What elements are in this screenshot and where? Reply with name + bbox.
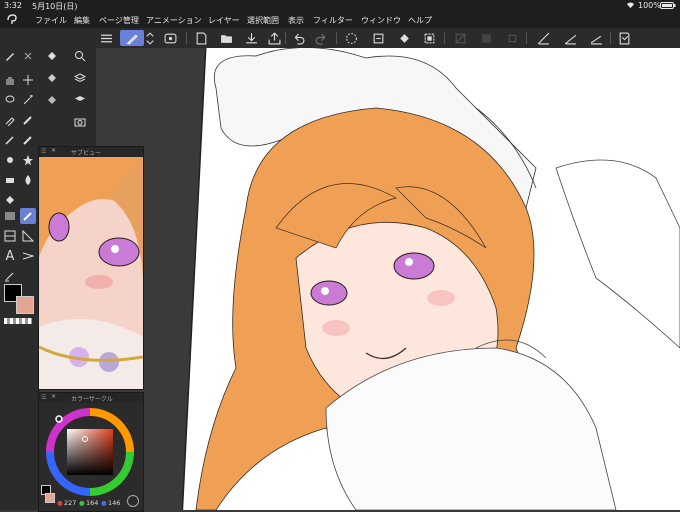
close-icon[interactable]: ✕ <box>51 147 56 154</box>
gradient-icon[interactable] <box>2 208 18 224</box>
red-dot-icon: ● <box>57 499 63 507</box>
illustration-canvas[interactable] <box>96 48 680 510</box>
snap-ruler-icon[interactable] <box>562 30 578 46</box>
hamburger-icon[interactable] <box>98 30 114 46</box>
clear-icon[interactable] <box>370 30 386 46</box>
reference-image <box>39 157 143 389</box>
decoration-icon[interactable] <box>20 152 36 168</box>
fill-bucket-icon[interactable] <box>2 192 18 208</box>
sub-view-title: サブビュー <box>71 150 102 157</box>
deselect-icon[interactable] <box>452 30 468 46</box>
canvas-area[interactable] <box>96 48 680 510</box>
wifi-icon <box>626 1 635 11</box>
battery-icon <box>660 2 676 11</box>
menu-file[interactable]: ファイル <box>35 15 67 26</box>
fill-subtool-icon[interactable] <box>44 48 60 64</box>
fill-close-gap-icon[interactable] <box>44 70 60 86</box>
color-mode-icon[interactable] <box>127 495 139 507</box>
color-circle-panel: ☰ ✕ カラーサークル ● 227 ● 164 ● 146 <box>38 392 144 512</box>
close-icon[interactable]: ✕ <box>51 393 56 400</box>
menu-bar: ファイル 編集 ページ管理 アニメーション レイヤー 選択範囲 表示 フィルター… <box>0 12 680 28</box>
camera-icon[interactable] <box>72 114 88 130</box>
sub-view-panel: ☰ ✕ サブビュー <box>38 146 144 390</box>
frame-icon[interactable] <box>2 228 18 244</box>
green-dot-icon: ● <box>79 499 85 507</box>
blend-icon[interactable] <box>20 172 36 188</box>
eraser-icon[interactable] <box>2 172 18 188</box>
pencil-icon[interactable] <box>2 132 18 148</box>
close-icon[interactable] <box>20 48 36 64</box>
settings-icon[interactable] <box>616 30 632 46</box>
invert-selection-icon[interactable] <box>478 30 494 46</box>
sub-tool-palette <box>38 48 96 148</box>
layer-stack-icon[interactable] <box>72 92 88 108</box>
status-bar: 3:32 5月10日(日) 100% <box>0 0 680 12</box>
menu-view[interactable]: 表示 <box>288 15 304 26</box>
color-wheel[interactable] <box>45 407 135 497</box>
share-icon[interactable] <box>266 30 282 46</box>
red-value[interactable]: 227 <box>64 499 76 507</box>
new-file-icon[interactable] <box>193 30 209 46</box>
open-folder-icon[interactable] <box>218 30 234 46</box>
status-date: 5月10日(日) <box>32 2 78 11</box>
pen-pressure-icon[interactable] <box>120 30 144 46</box>
divider <box>336 32 337 44</box>
hand-icon[interactable] <box>2 72 18 88</box>
command-bar <box>0 28 680 49</box>
menu-page[interactable]: ページ管理 <box>99 15 139 26</box>
text-icon[interactable]: A <box>2 248 18 264</box>
move-icon[interactable] <box>20 72 36 88</box>
transform-icon[interactable] <box>421 30 437 46</box>
divider <box>285 32 286 44</box>
magnify-icon[interactable] <box>72 48 88 64</box>
lasso-icon[interactable] <box>2 92 18 108</box>
blue-value[interactable]: 146 <box>108 499 120 507</box>
pen-icon[interactable] <box>20 112 36 128</box>
sub-color-chip[interactable] <box>45 493 55 503</box>
menu-help[interactable]: ヘルプ <box>408 15 432 26</box>
brush-icon[interactable] <box>20 132 36 148</box>
menu-edit[interactable]: 編集 <box>74 15 90 26</box>
undo-icon[interactable] <box>290 30 306 46</box>
blue-dot-icon: ● <box>101 499 107 507</box>
divider <box>526 32 527 44</box>
eyedropper-icon[interactable] <box>2 112 18 128</box>
select-all-icon[interactable] <box>343 30 359 46</box>
chevron-updown-icon[interactable] <box>145 30 155 46</box>
fill-tool-active-icon[interactable] <box>20 208 36 224</box>
fill-icon[interactable] <box>396 30 412 46</box>
pen-tool-icon[interactable] <box>2 48 18 64</box>
divider <box>610 32 611 44</box>
color-circle-header: ☰ ✕ カラーサークル <box>39 393 143 403</box>
balloon-icon[interactable] <box>20 248 36 264</box>
tool-palette: A <box>0 48 39 510</box>
sub-view-header: ☰ ✕ サブビュー <box>39 147 143 157</box>
divider <box>186 32 187 44</box>
ruler-icon[interactable] <box>535 30 551 46</box>
sub-color-swatch[interactable] <box>16 296 34 314</box>
redo-icon[interactable] <box>313 30 329 46</box>
layers-icon[interactable] <box>72 70 88 86</box>
menu-window[interactable]: ウィンドウ <box>361 15 401 26</box>
menu-layer[interactable]: レイヤー <box>208 15 240 26</box>
palette-icon[interactable] <box>162 30 178 46</box>
menu-filter[interactable]: フィルター <box>313 15 353 26</box>
color-circle-title: カラーサークル <box>71 396 113 403</box>
airbrush-icon[interactable] <box>2 152 18 168</box>
transparent-color-swatch[interactable] <box>4 318 32 324</box>
snap-grid-icon[interactable] <box>588 30 604 46</box>
battery-label: 100% <box>638 1 661 10</box>
save-icon[interactable] <box>243 30 259 46</box>
magic-wand-icon[interactable] <box>20 92 36 108</box>
paint-unfilled-icon[interactable] <box>44 92 60 108</box>
clip-studio-logo-icon[interactable] <box>6 13 18 27</box>
correct-line-icon[interactable] <box>2 268 18 284</box>
menu-animation[interactable]: アニメーション <box>146 15 202 26</box>
green-value[interactable]: 164 <box>86 499 98 507</box>
crop-icon[interactable] <box>504 30 520 46</box>
divider <box>444 32 445 44</box>
menu-selection[interactable]: 選択範囲 <box>247 15 279 26</box>
status-time: 3:32 <box>4 1 22 10</box>
ruler-tool-icon[interactable] <box>20 228 36 244</box>
